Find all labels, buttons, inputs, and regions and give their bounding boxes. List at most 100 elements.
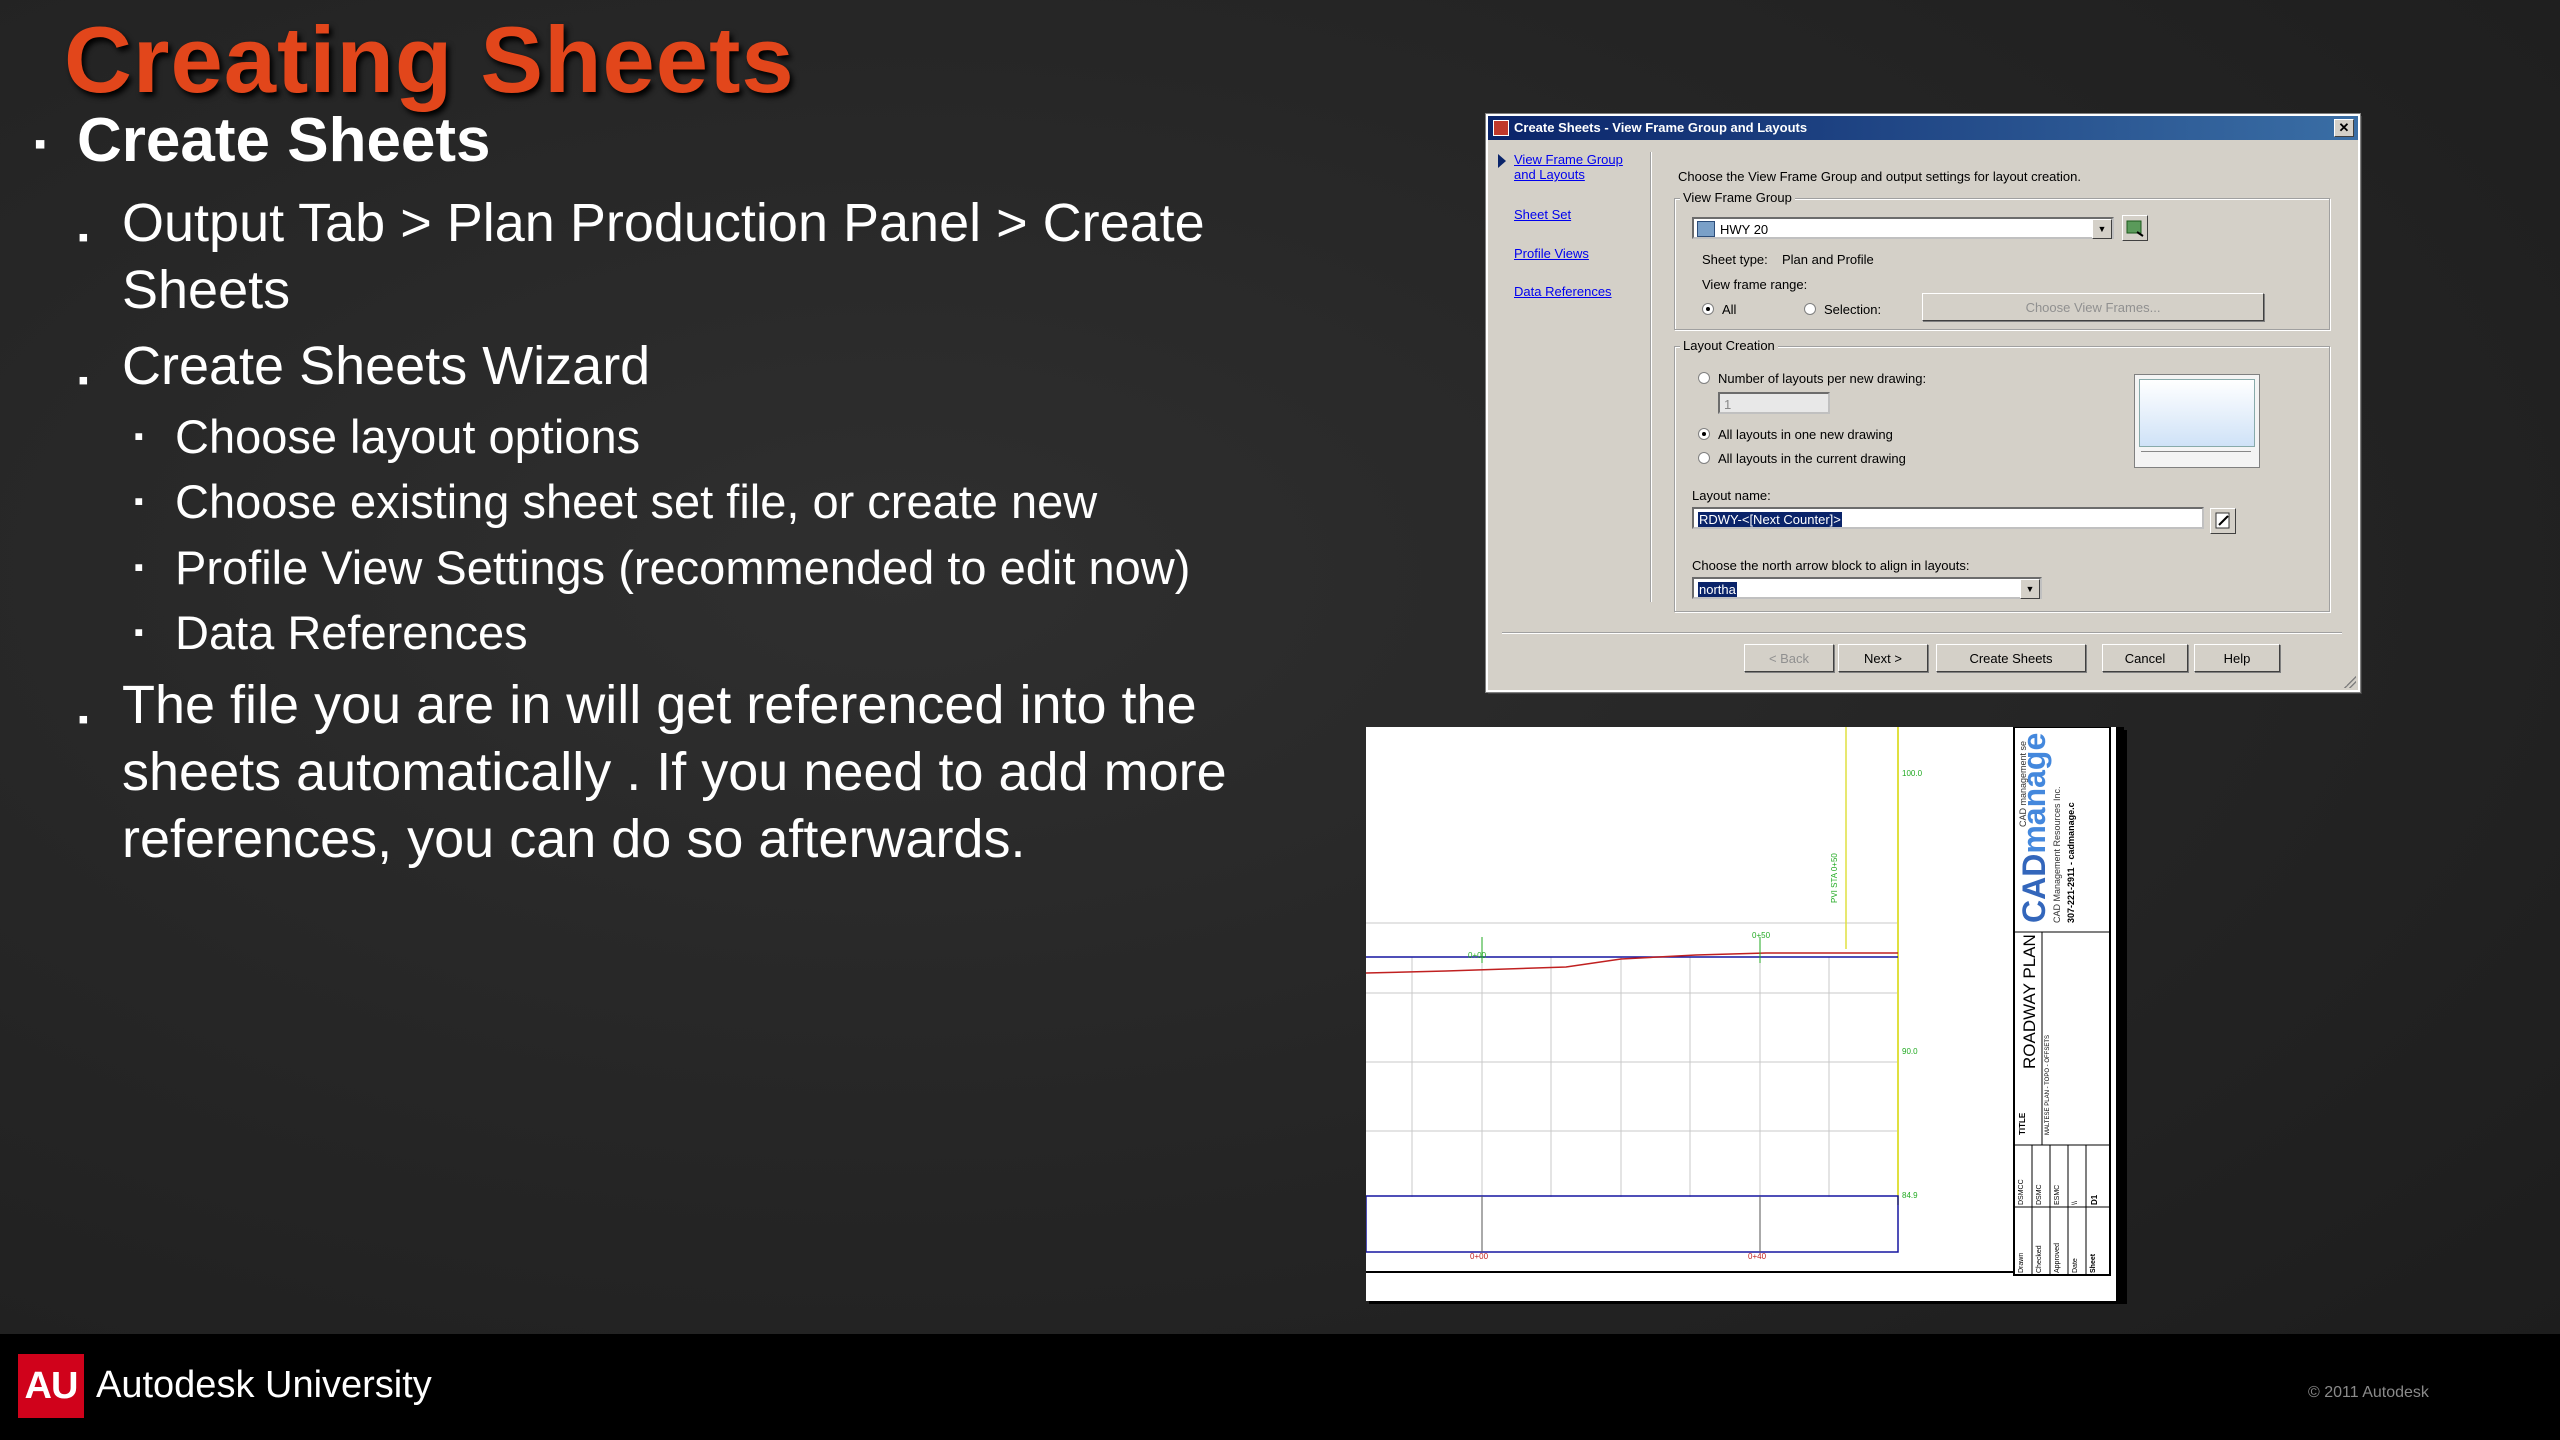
sheet-right-edge: [2116, 727, 2124, 1301]
one-new-drawing-label: All layouts in one new drawing: [1718, 427, 1893, 442]
checked-label: Checked: [2036, 1245, 2043, 1273]
station-top-label: 0+50: [1752, 931, 1771, 940]
elevation-label: 84.9: [1902, 1191, 1918, 1200]
copyright: © 2011 Autodesk: [2308, 1384, 2429, 1401]
nav-divider: [1650, 152, 1652, 602]
grid-lines: [1366, 922, 1898, 1197]
bullet-text: The file you are in will get referenced …: [122, 675, 1227, 869]
pick-in-drawing-icon: [2126, 220, 2144, 237]
resize-grip-icon[interactable]: [2344, 676, 2356, 688]
logo-company: CAD Management Resources Inc.: [2052, 786, 2062, 923]
layout-name-input[interactable]: RDWY-<[Next Counter]>: [1692, 507, 2204, 529]
bullet-output-tab: ▪ Output Tab > Plan Production Panel > C…: [78, 190, 1278, 324]
create-sheets-button[interactable]: Create Sheets: [1936, 644, 2086, 672]
sheet-number-label: Sheet: [2090, 1253, 2097, 1273]
layout-creation-label: Layout Creation: [1680, 338, 1778, 353]
bullet-text: Choose existing sheet set file, or creat…: [175, 475, 1098, 528]
sheet-type-value: Plan and Profile: [1782, 252, 1874, 267]
back-button[interactable]: < Back: [1744, 644, 1834, 672]
button-divider: [1502, 632, 2342, 634]
dialog-title: Create Sheets - View Frame Group and Lay…: [1514, 120, 1808, 135]
bullet-marker: ▪: [78, 703, 89, 736]
bullet-text: Output Tab > Plan Production Panel > Cre…: [122, 193, 1205, 320]
layout-preview-image: [2134, 374, 2260, 468]
layouts-per-drawing-label: Number of layouts per new drawing:: [1718, 371, 1927, 386]
bullet-text: Create Sheets: [77, 106, 491, 175]
pick-view-frame-button[interactable]: [2122, 215, 2148, 241]
range-all-radio[interactable]: [1702, 303, 1714, 315]
elevation-label: 100.0: [1902, 769, 1923, 778]
range-selection-radio[interactable]: [1804, 303, 1816, 315]
edit-format-icon: [2215, 512, 2230, 529]
instruction-text: Choose the View Frame Group and output s…: [1678, 169, 2081, 184]
north-arrow-label: Choose the north arrow block to align in…: [1692, 558, 1970, 573]
help-button[interactable]: Help: [2194, 644, 2280, 672]
bullet-layout-options: ▪ Choose layout options: [134, 409, 1234, 464]
bullet-marker: ▪: [78, 364, 89, 397]
bullet-marker: ▪: [78, 221, 89, 254]
range-selection-label: Selection:: [1824, 302, 1882, 317]
north-arrow-select[interactable]: northa ▼: [1692, 577, 2042, 599]
logo-main: CAD: [2016, 853, 2052, 923]
dialog-titlebar[interactable]: Create Sheets - View Frame Group and Lay…: [1488, 116, 2358, 140]
layout-name-label: Layout name:: [1692, 488, 1771, 503]
view-frame-group-select[interactable]: HWY 20 ▼: [1692, 217, 2114, 239]
bullet-text: Create Sheets Wizard: [122, 336, 651, 396]
logo-tagline: CAD management se: [2018, 740, 2028, 827]
approved-label: Approved: [2054, 1243, 2061, 1273]
layout-name-value: RDWY-<[Next Counter]>: [1698, 512, 1842, 527]
brand-name: Autodesk University: [96, 1364, 432, 1406]
bullet-file-referenced: ▪ The file you are in will get reference…: [78, 672, 1278, 873]
current-drawing-label: All layouts in the current drawing: [1718, 451, 1906, 466]
au-logo: AU: [18, 1354, 84, 1418]
view-frame-icon: [1697, 221, 1715, 237]
current-page-arrow-icon: [1498, 154, 1506, 168]
wizard-nav: View Frame Group and Layouts Sheet Set P…: [1488, 142, 1648, 612]
sheet-title: ROADWAY PLAN: [2020, 934, 2039, 1069]
bullet-data-references: ▪ Data References: [134, 605, 1234, 660]
next-button[interactable]: Next >: [1838, 644, 1928, 672]
layout-name-format-button[interactable]: [2210, 508, 2236, 534]
current-drawing-radio[interactable]: [1698, 452, 1710, 464]
view-frame-range-label: View frame range:: [1702, 277, 1808, 292]
station-band: [1366, 1195, 1899, 1253]
bullet-marker: ▪: [134, 617, 144, 647]
layouts-per-drawing-input[interactable]: 1: [1718, 392, 1830, 414]
close-icon[interactable]: ✕: [2334, 119, 2354, 137]
title-label: TITLE: [2018, 1112, 2027, 1135]
preview-viewport: [2139, 379, 2255, 447]
range-all-label: All: [1722, 302, 1737, 317]
project-name: MALTESE PLAN - TOPO - OFFSETS: [2045, 1034, 2051, 1135]
drawn-value: DSMCC: [2018, 1179, 2025, 1205]
profile-grid-drawing: [1366, 727, 2124, 1301]
slide-title: Creating Sheets: [64, 7, 795, 112]
chevron-down-icon[interactable]: ▼: [2020, 579, 2040, 599]
station-band-label: 0+00: [1470, 1252, 1489, 1261]
layouts-per-drawing-radio[interactable]: [1698, 372, 1710, 384]
bullet-marker: ▪: [134, 421, 144, 451]
bullet-profile-view: ▪ Profile View Settings (recommended to …: [134, 540, 1234, 595]
nav-view-frame-group[interactable]: View Frame Group and Layouts: [1514, 152, 1634, 182]
drawn-label: Drawn: [2018, 1252, 2025, 1273]
nav-sheet-set[interactable]: Sheet Set: [1514, 207, 1634, 222]
bullet-text: Profile View Settings (recommended to ed…: [175, 541, 1191, 594]
date-label: Date: [2072, 1258, 2079, 1273]
approved-value: ESMC: [2054, 1184, 2061, 1205]
sheet-preview: 100.0 90.0 84.9 0+00 0+50 PVI STA 0+50 0…: [1366, 727, 2124, 1301]
chevron-down-icon[interactable]: ▼: [2092, 219, 2112, 239]
cancel-button[interactable]: Cancel: [2102, 644, 2188, 672]
footer-bar: AU Autodesk University © 2011 Autodesk: [0, 1334, 2560, 1440]
elevation-label: 90.0: [1902, 1047, 1918, 1056]
date-value: \\: [2072, 1201, 2079, 1205]
view-frame-group-value: HWY 20: [1720, 222, 1769, 237]
bullet-sheet-set: ▪ Choose existing sheet set file, or cre…: [134, 474, 1234, 529]
bullet-text: Data References: [175, 606, 528, 659]
pvi-label: PVI STA 0+50: [1830, 853, 1839, 903]
north-arrow-value: northa: [1698, 582, 1737, 597]
choose-view-frames-button[interactable]: Choose View Frames...: [1922, 293, 2264, 321]
station-top-label: 0+00: [1468, 951, 1487, 960]
nav-data-references[interactable]: Data References: [1514, 284, 1634, 299]
nav-profile-views[interactable]: Profile Views: [1514, 246, 1634, 261]
one-new-drawing-radio[interactable]: [1698, 428, 1710, 440]
logo-phone: 307-221-2911 - cadmanage.c: [2066, 802, 2076, 923]
